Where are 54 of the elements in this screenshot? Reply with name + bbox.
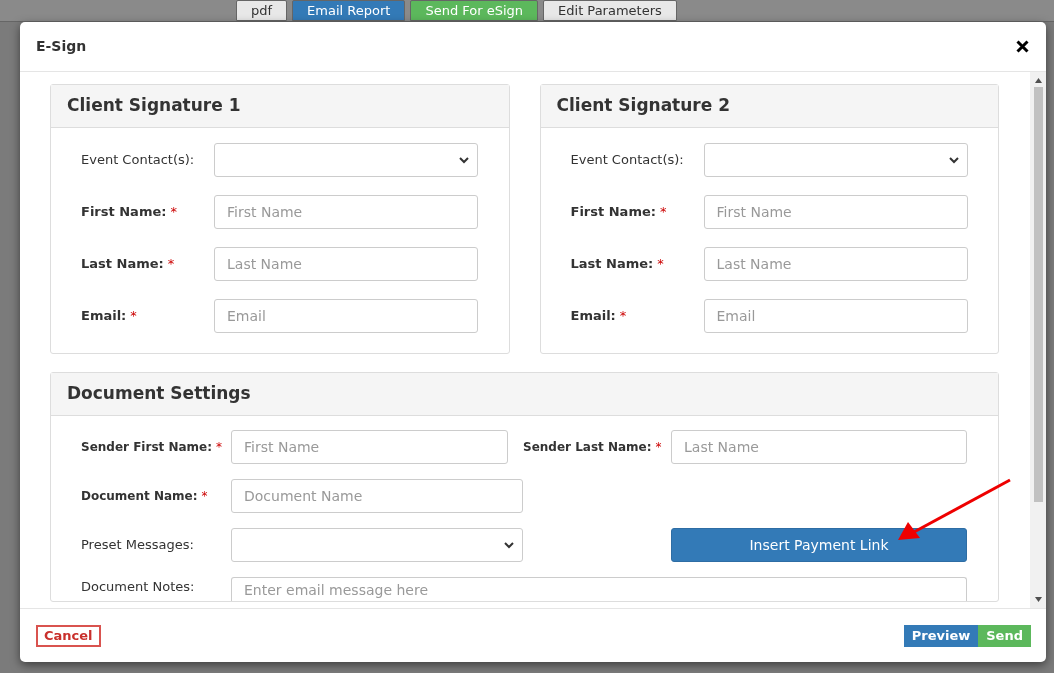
toolbar-button[interactable]: Edit Parameters — [543, 0, 677, 21]
chevron-down-icon — [504, 541, 514, 549]
chevron-down-icon — [948, 156, 959, 164]
field-label: Email: — [81, 308, 127, 324]
field-label: First Name: — [81, 204, 167, 220]
insert-payment-link-button[interactable]: Insert Payment Link — [671, 528, 967, 562]
field-label: Document Notes: — [81, 579, 195, 594]
toolbar-button[interactable]: pdf — [236, 0, 288, 21]
text-field[interactable]: Email — [703, 299, 968, 333]
dialog-title: E-Sign — [36, 37, 87, 56]
field-label: Sender Last Name: — [523, 440, 652, 455]
required-mark: * — [201, 489, 208, 504]
field-label: Last Name: — [81, 256, 164, 272]
scroll-down-icon[interactable] — [1034, 597, 1042, 602]
field-label: Email: — [570, 308, 616, 324]
required-mark: * — [657, 256, 664, 272]
scroll-up-icon[interactable] — [1034, 78, 1042, 83]
message-field[interactable]: Enter email message here — [231, 577, 967, 601]
field-label: Event Contact(s): — [570, 152, 684, 168]
field-label: Document Name: — [81, 489, 198, 504]
dropdown-field[interactable] — [214, 143, 478, 177]
required-mark: * — [167, 256, 175, 272]
panel-title: Client Signature 2 — [540, 85, 998, 128]
text-field[interactable]: Last Name — [214, 247, 478, 281]
required-mark: * — [130, 308, 137, 324]
panel-title: Document Settings — [51, 373, 998, 416]
scrollbar[interactable] — [1030, 72, 1046, 608]
text-field[interactable]: First Name — [231, 430, 508, 464]
required-mark: * — [170, 204, 177, 220]
field-label: Sender First Name: — [81, 440, 212, 455]
field-label: Event Contact(s): — [81, 152, 195, 168]
cancel-button[interactable]: Cancel — [36, 624, 101, 647]
text-field[interactable]: Last Name — [703, 247, 968, 281]
field-label: Preset Messages: — [81, 537, 194, 553]
text-field[interactable]: First Name — [214, 195, 478, 229]
text-field[interactable]: Email — [214, 299, 478, 333]
text-field[interactable]: First Name — [703, 195, 968, 229]
panel-title: Client Signature 1 — [51, 85, 509, 128]
field-label: First Name: — [570, 204, 656, 220]
send-button[interactable]: Send — [978, 624, 1031, 647]
required-mark: * — [659, 204, 667, 220]
dropdown-field[interactable] — [231, 528, 523, 562]
field-label: Last Name: — [570, 256, 654, 272]
dropdown-field[interactable] — [703, 143, 968, 177]
required-mark: * — [216, 440, 222, 455]
toolbar-button[interactable]: Email Report — [292, 0, 406, 21]
text-field[interactable]: Document Name — [231, 479, 523, 513]
required-mark: * — [619, 308, 627, 324]
text-field[interactable]: Last Name — [671, 430, 967, 464]
toolbar-button[interactable]: Send For eSign — [410, 0, 539, 21]
chevron-down-icon — [459, 156, 469, 164]
close-icon[interactable] — [1016, 40, 1029, 53]
preview-button[interactable]: Preview — [903, 624, 979, 647]
required-mark: * — [655, 440, 662, 455]
